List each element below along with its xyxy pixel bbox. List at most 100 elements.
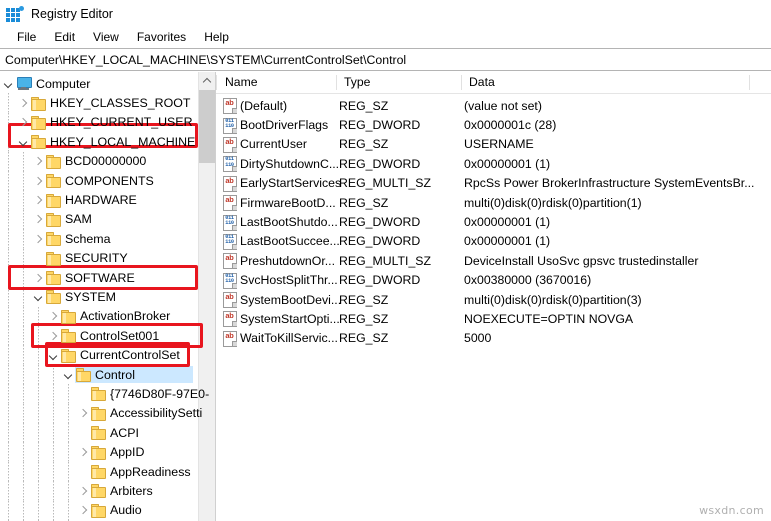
value-row[interactable]: abWaitToKillServic...REG_SZ5000 bbox=[216, 329, 771, 348]
tree-scrollbar[interactable] bbox=[198, 72, 215, 521]
menu-view[interactable]: View bbox=[84, 28, 128, 47]
value-row[interactable]: abFirmwareBootD...REG_SZmulti(0)disk(0)r… bbox=[216, 193, 771, 212]
chevron-right-icon[interactable] bbox=[47, 326, 60, 345]
tree-guide-line bbox=[8, 442, 9, 461]
string-value-icon: ab bbox=[223, 137, 237, 152]
value-row[interactable]: 011110SvcHostSplitThr...REG_DWORD0x00380… bbox=[216, 271, 771, 290]
tree-node-controlset001[interactable]: ControlSet001 bbox=[0, 326, 196, 345]
chevron-down-icon[interactable] bbox=[32, 287, 45, 306]
value-name: FirmwareBootD... bbox=[240, 196, 336, 210]
value-type: REG_SZ bbox=[339, 99, 388, 113]
tree-guide-line bbox=[8, 326, 9, 345]
value-row[interactable]: ab(Default)REG_SZ(value not set) bbox=[216, 96, 771, 115]
value-name: SvcHostSplitThr... bbox=[240, 273, 338, 287]
column-header-name[interactable]: Name bbox=[218, 72, 258, 93]
tree-node-acpi[interactable]: ACPI bbox=[0, 423, 196, 442]
value-row[interactable]: 011110LastBootShutdo...REG_DWORD0x000000… bbox=[216, 212, 771, 231]
value-type: REG_SZ bbox=[339, 293, 388, 307]
chevron-right-icon[interactable] bbox=[77, 404, 90, 423]
tree-guide-line bbox=[38, 307, 39, 326]
tree-node-hardware[interactable]: HARDWARE bbox=[0, 190, 196, 209]
chevron-down-icon[interactable] bbox=[62, 365, 75, 384]
chevron-right-icon[interactable] bbox=[17, 113, 30, 132]
value-type: REG_MULTI_SZ bbox=[339, 176, 431, 190]
chevron-right-icon[interactable] bbox=[32, 171, 45, 190]
tree-node-audio[interactable]: Audio bbox=[0, 501, 196, 520]
menu-edit[interactable]: Edit bbox=[45, 28, 84, 47]
tree-node-components[interactable]: COMPONENTS bbox=[0, 171, 196, 190]
menu-help[interactable]: Help bbox=[195, 28, 238, 47]
value-row[interactable]: abCurrentUserREG_SZUSERNAME bbox=[216, 135, 771, 154]
tree-guide-line bbox=[68, 442, 69, 461]
tree-node-accessibilitysetti[interactable]: AccessibilitySetti bbox=[0, 404, 196, 423]
value-row[interactable]: abSystemBootDevi...REG_SZmulti(0)disk(0)… bbox=[216, 290, 771, 309]
tree-node-appreadiness[interactable]: AppReadiness bbox=[0, 462, 196, 481]
folder-icon bbox=[91, 484, 106, 497]
tree-node-7746d80f-97e0[interactable]: {7746D80F-97E0- bbox=[0, 384, 196, 403]
chevron-right-icon[interactable] bbox=[32, 268, 45, 287]
chevron-right-icon[interactable] bbox=[32, 229, 45, 248]
chevron-down-icon[interactable] bbox=[47, 346, 60, 365]
tree-guide-line bbox=[23, 442, 24, 461]
menu-favorites[interactable]: Favorites bbox=[128, 28, 195, 47]
tree-spacer bbox=[77, 384, 90, 403]
chevron-right-icon[interactable] bbox=[17, 94, 30, 113]
chevron-down-icon[interactable] bbox=[2, 74, 15, 93]
value-type: REG_DWORD bbox=[339, 273, 420, 287]
value-list[interactable]: ab(Default)REG_SZ(value not set)011110Bo… bbox=[216, 94, 771, 348]
value-row[interactable]: 011110DirtyShutdownC...REG_DWORD0x000000… bbox=[216, 154, 771, 173]
value-row[interactable]: abPreshutdownOr...REG_MULTI_SZDeviceInst… bbox=[216, 251, 771, 270]
tree-guide-line bbox=[8, 190, 9, 209]
value-row[interactable]: 011110LastBootSuccee...REG_DWORD0x000000… bbox=[216, 232, 771, 251]
value-row[interactable]: 011110BootDriverFlagsREG_DWORD0x0000001c… bbox=[216, 115, 771, 134]
menu-file[interactable]: File bbox=[8, 28, 45, 47]
tree-node-label: AppID bbox=[106, 445, 144, 459]
chevron-right-icon[interactable] bbox=[32, 210, 45, 229]
chevron-right-icon[interactable] bbox=[32, 191, 45, 210]
chevron-right-icon[interactable] bbox=[77, 443, 90, 462]
value-row[interactable]: abEarlyStartServicesREG_MULTI_SZRpcSs Po… bbox=[216, 174, 771, 193]
value-row[interactable]: abSystemStartOpti...REG_SZ NOEXECUTE=OPT… bbox=[216, 309, 771, 328]
tree-guide-line bbox=[23, 384, 24, 403]
chevron-right-icon[interactable] bbox=[77, 481, 90, 500]
registry-tree-pane[interactable]: ComputerHKEY_CLASSES_ROOTHKEY_CURRENT_US… bbox=[0, 72, 216, 521]
tree-node-security[interactable]: SECURITY bbox=[0, 249, 196, 268]
value-type: REG_DWORD bbox=[339, 118, 420, 132]
title-bar: Registry Editor bbox=[0, 0, 771, 28]
tree-node-control[interactable]: Control bbox=[0, 365, 196, 384]
tree-node-hkey-local-machine[interactable]: HKEY_LOCAL_MACHINE bbox=[0, 132, 196, 151]
tree-node-label: HARDWARE bbox=[61, 193, 137, 207]
tree-spacer bbox=[77, 423, 90, 442]
column-header-data[interactable]: Data bbox=[462, 72, 495, 93]
chevron-right-icon[interactable] bbox=[32, 152, 45, 171]
tree-node-activationbroker[interactable]: ActivationBroker bbox=[0, 307, 196, 326]
tree-node-schema[interactable]: Schema bbox=[0, 229, 196, 248]
chevron-right-icon[interactable] bbox=[47, 307, 60, 326]
tree-node-hkey-current-user[interactable]: HKEY_CURRENT_USER bbox=[0, 113, 196, 132]
chevron-down-icon[interactable] bbox=[17, 132, 30, 151]
address-bar[interactable]: Computer\HKEY_LOCAL_MACHINE\SYSTEM\Curre… bbox=[0, 48, 771, 71]
tree-node-software[interactable]: SOFTWARE bbox=[0, 268, 196, 287]
value-name: PreshutdownOr... bbox=[240, 254, 335, 268]
tree-node-bcd00000000[interactable]: BCD00000000 bbox=[0, 152, 196, 171]
tree-node-computer[interactable]: Computer bbox=[0, 74, 196, 93]
registry-tree[interactable]: ComputerHKEY_CLASSES_ROOTHKEY_CURRENT_US… bbox=[0, 72, 196, 521]
scroll-up-arrow-icon[interactable] bbox=[199, 72, 215, 89]
value-type: REG_SZ bbox=[339, 137, 388, 151]
tree-node-sam[interactable]: SAM bbox=[0, 210, 196, 229]
registry-icon bbox=[6, 6, 23, 23]
tree-node-hkey-classes-root[interactable]: HKEY_CLASSES_ROOT bbox=[0, 93, 196, 112]
column-header-type[interactable]: Type bbox=[337, 72, 370, 93]
value-list-pane[interactable]: Name Type Data ab(Default)REG_SZ(value n… bbox=[216, 72, 771, 521]
tree-node-system[interactable]: SYSTEM bbox=[0, 287, 196, 306]
value-data: DeviceInstall UsoSvc gpsvc trustedinstal… bbox=[464, 254, 698, 268]
tree-node-currentcontrolset[interactable]: CurrentControlSet bbox=[0, 345, 196, 364]
tree-scrollbar-thumb[interactable] bbox=[199, 90, 215, 163]
folder-icon bbox=[91, 465, 106, 478]
chevron-right-icon[interactable] bbox=[77, 501, 90, 520]
tree-node-appid[interactable]: AppID bbox=[0, 442, 196, 461]
tree-node-arbiters[interactable]: Arbiters bbox=[0, 481, 196, 500]
folder-icon bbox=[46, 155, 61, 168]
tree-guide-line bbox=[23, 152, 24, 171]
tree-guide-line bbox=[8, 287, 9, 306]
